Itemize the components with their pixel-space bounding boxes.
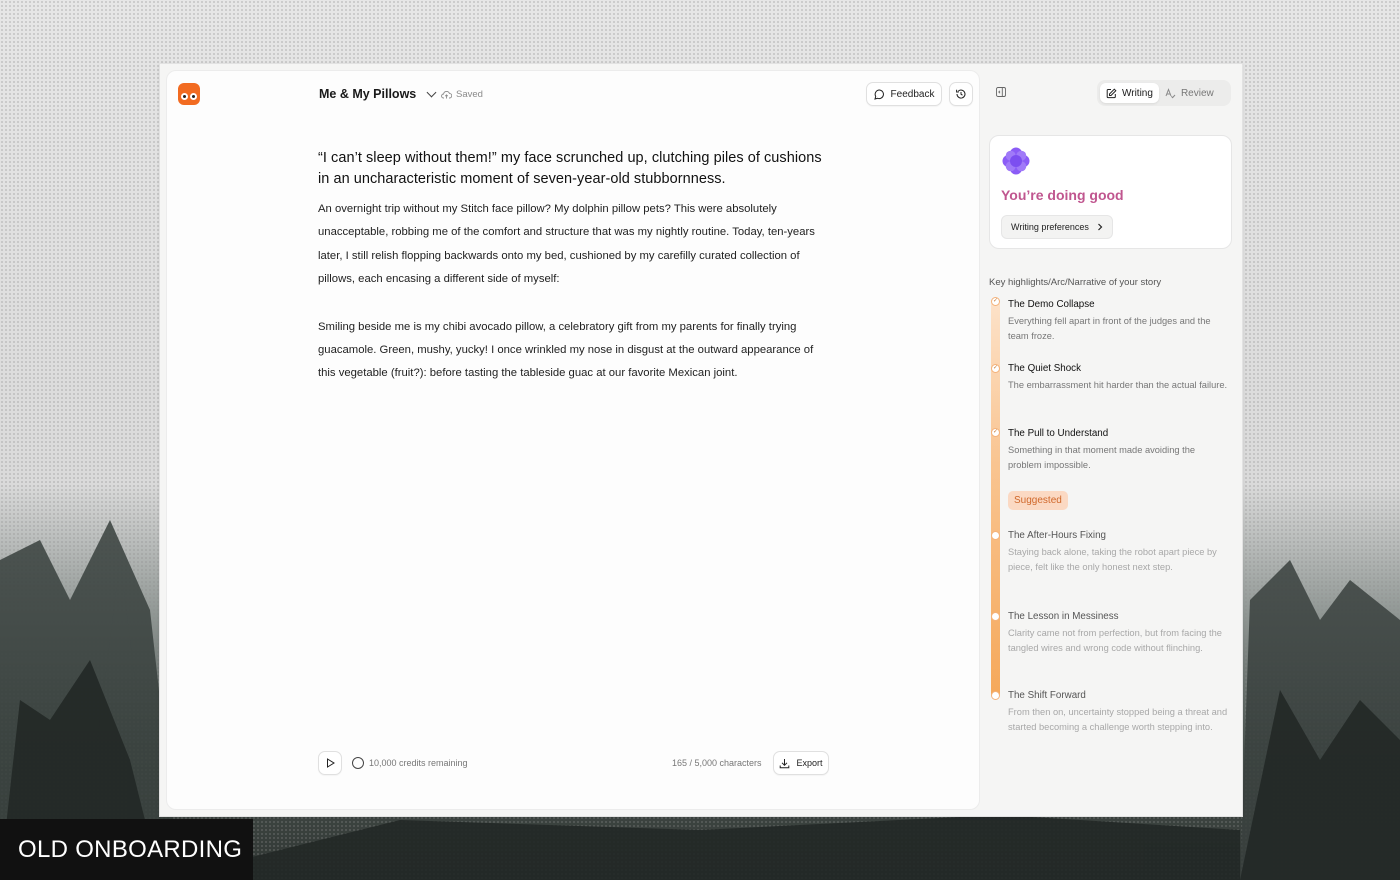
highlight-title: The Pull to Understand (1008, 428, 1109, 439)
feedback-button-label: Feedback (890, 88, 935, 100)
export-button[interactable]: Export (773, 751, 829, 775)
suggested-title: The Lesson in Messiness (1008, 611, 1119, 622)
tab-review[interactable]: Review (1159, 83, 1220, 103)
feedback-button[interactable]: Feedback (866, 82, 942, 106)
highlight-description: The embarrassment hit harder than the ac… (1008, 380, 1228, 390)
save-status-label: Saved (456, 89, 483, 100)
flower-icon (1002, 147, 1030, 175)
highlight-item[interactable]: The Pull to Understand Something in that… (1008, 428, 1230, 472)
mode-tabs: Writing Review (1097, 80, 1231, 106)
document-body[interactable]: “I can’t sleep without them!” my face sc… (318, 148, 828, 410)
highlight-title: The Quiet Shock (1008, 363, 1081, 374)
suggested-item[interactable]: The Shift Forward From then on, uncertai… (1008, 690, 1230, 734)
suggested-description: Clarity came not from perfection, but fr… (1008, 628, 1222, 653)
chat-bubble-icon (873, 88, 884, 100)
suggested-title: The After-Hours Fixing (1008, 530, 1107, 541)
status-title: You’re doing good (1001, 187, 1124, 203)
document-heading: “I can’t sleep without them!” my face sc… (318, 150, 822, 187)
character-count: 165 / 5,000 characters (672, 758, 762, 768)
play-button[interactable] (318, 751, 342, 775)
chevron-right-icon (1097, 223, 1103, 231)
credits-indicator: 10,000 credits remaining (352, 757, 468, 769)
highlight-item[interactable]: The Demo Collapse Everything fell apart … (1008, 299, 1230, 343)
suggested-description: From then on, uncertainty stopped being … (1008, 707, 1228, 732)
logo-eye-right (190, 93, 197, 100)
suggested-item[interactable]: The Lesson in Messiness Clarity came not… (1008, 611, 1230, 655)
writing-preferences-label: Writing preferences (1011, 222, 1089, 232)
document-title: Me & My Pillows (319, 87, 417, 101)
highlight-item[interactable]: The Quiet Shock The embarrassment hit ha… (1008, 363, 1230, 393)
highlight-title: The Demo Collapse (1008, 299, 1095, 310)
overlay-label: OLD ONBOARDING (0, 819, 253, 880)
writing-preferences-button[interactable]: Writing preferences (1001, 215, 1113, 239)
app-window: Me & My Pillows Saved Feedback “I can’t … (159, 63, 1243, 817)
document-title-dropdown[interactable]: Me & My Pillows (319, 87, 437, 101)
check-icon: ✓ (991, 297, 1000, 306)
export-button-label: Export (796, 758, 823, 768)
tab-writing[interactable]: Writing (1100, 83, 1159, 103)
highlights-heading: Key highlights/Arc/Narrative of your sto… (989, 277, 1162, 288)
logo-eye-left (181, 93, 188, 100)
chevron-down-icon (426, 87, 437, 97)
timeline-dot-icon (991, 612, 1000, 621)
history-icon (956, 89, 966, 99)
sidebar-toggle-icon[interactable] (996, 87, 1006, 97)
edit-icon (1106, 87, 1117, 98)
timeline-dot-icon (991, 691, 1000, 700)
timeline-dot-icon (991, 531, 1000, 540)
tab-writing-label: Writing (1122, 87, 1153, 99)
app-logo (178, 83, 200, 105)
editor-panel: Me & My Pillows Saved Feedback “I can’t … (166, 70, 980, 810)
writing-status-card: You’re doing good Writing preferences (989, 135, 1232, 249)
play-icon (326, 758, 335, 768)
document-paragraph: An overnight trip without my Stitch face… (318, 203, 815, 286)
tab-review-label: Review (1180, 87, 1214, 99)
highlight-description: Something in that moment made avoiding t… (1008, 445, 1196, 470)
document-paragraph: Smiling beside me is my chibi avocado pi… (318, 320, 814, 380)
suggested-title: The Shift Forward (1008, 690, 1086, 701)
suggested-item[interactable]: The After-Hours Fixing Staying back alon… (1008, 530, 1230, 574)
highlight-description: Everything fell apart in front of the ju… (1008, 316, 1211, 341)
save-status: Saved (441, 89, 483, 100)
suggested-badge: Suggested (1008, 491, 1068, 510)
history-button[interactable] (949, 82, 973, 106)
cloud-upload-icon (441, 90, 452, 99)
editor-footer-left: 10,000 credits remaining (318, 751, 468, 775)
check-icon: ✓ (991, 364, 1000, 373)
credits-label: 10,000 credits remaining (369, 758, 468, 768)
check-icon: ✓ (991, 428, 1000, 437)
suggested-description: Staying back alone, taking the robot apa… (1008, 547, 1217, 572)
download-icon (780, 758, 790, 768)
credits-ring-icon (352, 757, 364, 769)
review-icon (1165, 87, 1176, 98)
story-arc-progress-rail (991, 300, 1000, 698)
